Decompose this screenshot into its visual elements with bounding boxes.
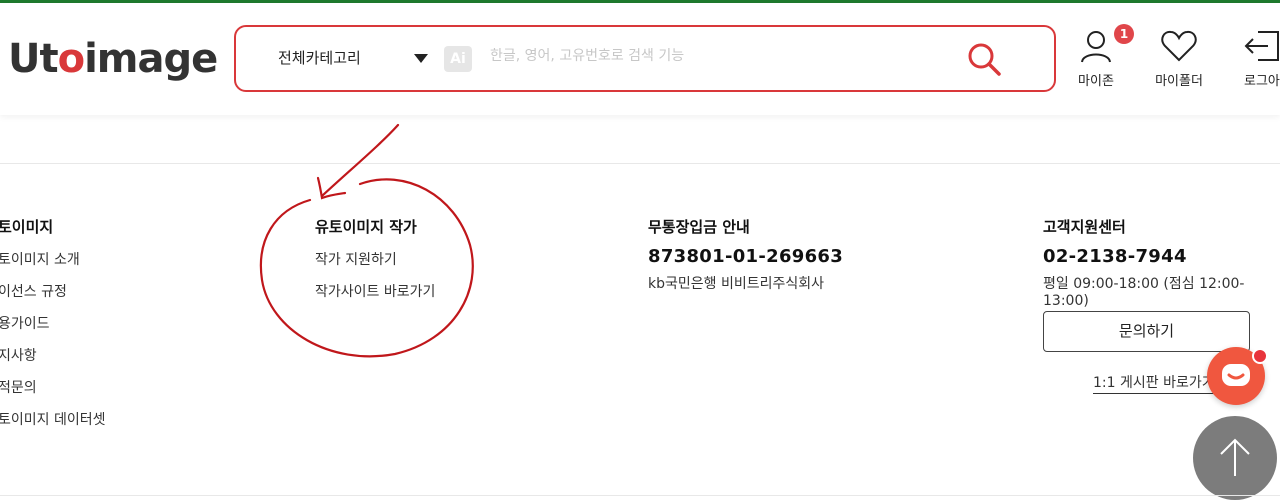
- author-site-link[interactable]: 작가사이트 바로가기: [315, 281, 435, 301]
- footer-link[interactable]: 이선스 규정: [0, 281, 67, 301]
- bank-account-number: 873801-01-269663: [648, 246, 844, 267]
- footer-link[interactable]: 지사항: [0, 345, 37, 365]
- support-phone: 02-2138-7944: [1043, 246, 1187, 267]
- board-link[interactable]: 1:1 게시판 바로가기: [1093, 372, 1215, 394]
- footer-divider: [0, 163, 1280, 164]
- scroll-top-button[interactable]: [1193, 416, 1277, 500]
- arrow-up-icon: [1220, 438, 1250, 476]
- nav-logout-label: 로그아: [1244, 74, 1280, 89]
- bank-holder: kb국민은행 비비트리주식회사: [648, 276, 825, 292]
- search-bar: 전체카테고리 Ai: [234, 25, 1056, 92]
- support-hours: 평일 09:00-18:00 (점심 12:00-13:00): [1043, 276, 1245, 309]
- chat-notification-dot: [1252, 348, 1268, 364]
- user-icon: [1081, 31, 1111, 63]
- caret-down-icon[interactable]: [414, 54, 428, 63]
- heart-icon: [1161, 30, 1197, 62]
- site-logo[interactable]: Utoimage: [8, 36, 218, 82]
- category-select[interactable]: 전체카테고리: [278, 47, 361, 68]
- inquiry-button[interactable]: 문의하기: [1043, 311, 1250, 352]
- nav-myzone-label: 마이존: [1078, 74, 1114, 89]
- footer-col2-title: 유토이미지 작가: [315, 218, 417, 236]
- site-header: Utoimage 전체카테고리 Ai 1 마이존 마이폴더 로그아: [0, 3, 1280, 115]
- ai-search-badge[interactable]: Ai: [444, 46, 472, 72]
- footer-bottom-divider: [0, 495, 1280, 496]
- footer-link[interactable]: 적문의: [0, 377, 37, 397]
- nav-logout[interactable]: 로그아: [1244, 28, 1280, 89]
- nav-myzone[interactable]: 1 마이존: [1076, 24, 1134, 89]
- notification-badge: 1: [1114, 24, 1134, 44]
- logout-icon: [1244, 31, 1279, 61]
- search-input[interactable]: [488, 47, 952, 65]
- footer-link[interactable]: 용가이드: [0, 313, 50, 333]
- footer-link[interactable]: 토이미지 데이터셋: [0, 409, 106, 429]
- footer-link[interactable]: 토이미지 소개: [0, 249, 80, 269]
- footer-col1-title: 토이미지: [0, 218, 54, 236]
- nav-myfolder[interactable]: 마이폴더: [1152, 28, 1206, 89]
- nav-myfolder-label: 마이폴더: [1155, 74, 1203, 89]
- footer-col3-title: 무통장입금 안내: [648, 218, 750, 236]
- footer-col4-title: 고객지원센터: [1043, 218, 1126, 236]
- author-apply-link[interactable]: 작가 지원하기: [315, 249, 397, 269]
- search-icon[interactable]: [966, 41, 1002, 77]
